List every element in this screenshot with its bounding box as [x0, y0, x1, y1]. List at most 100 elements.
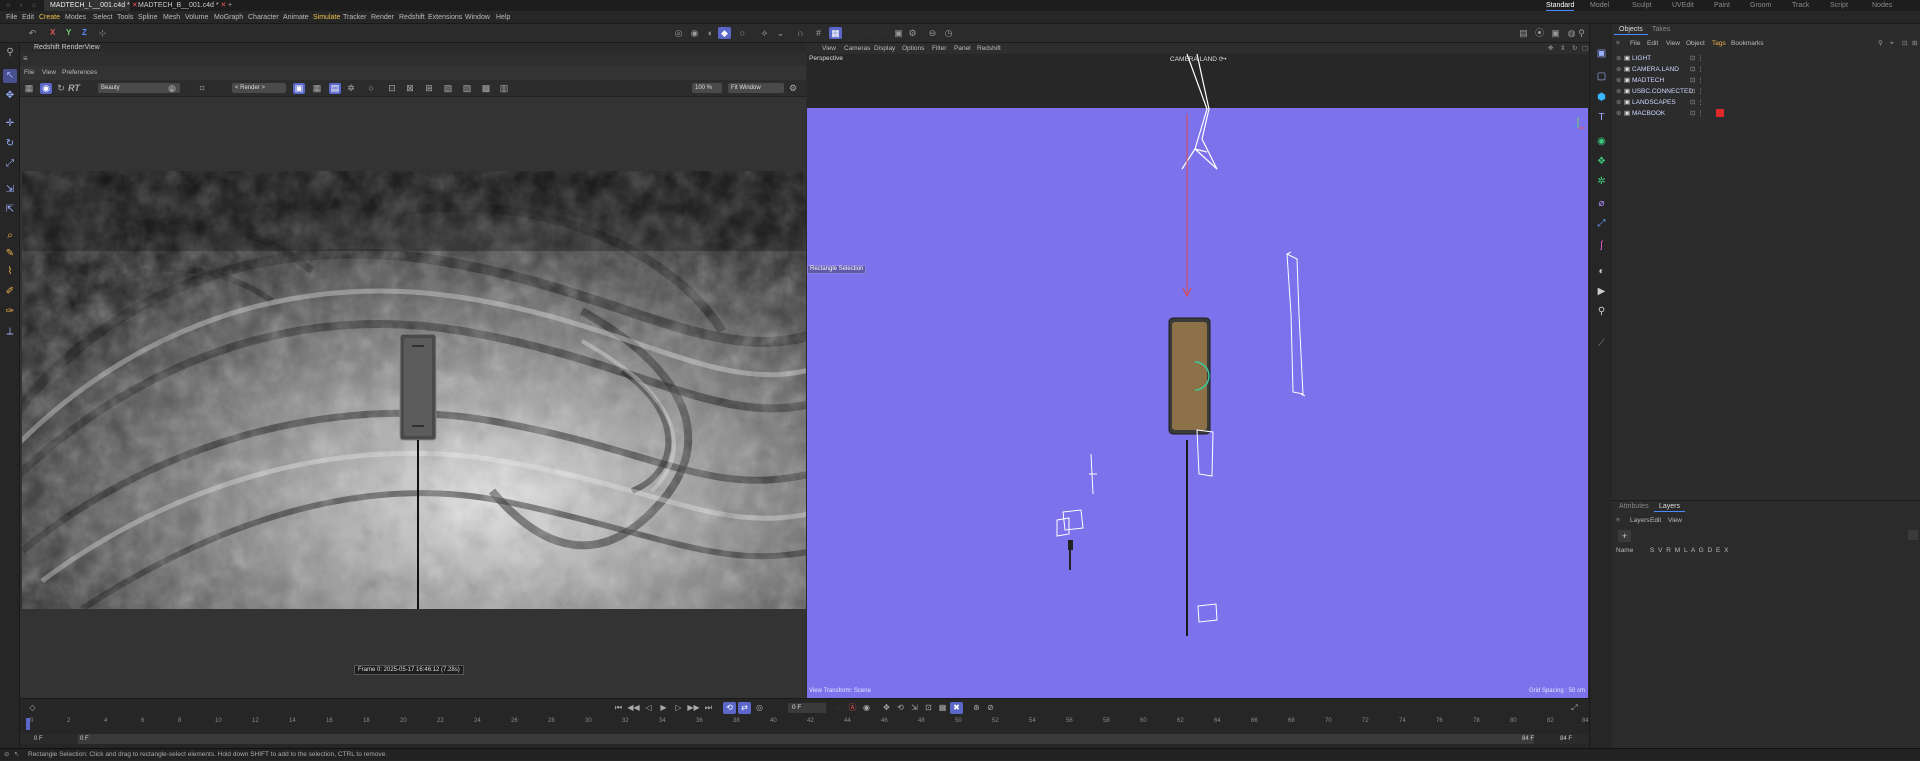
workplane-icon[interactable]: # — [812, 27, 825, 39]
param-key-icon[interactable]: ⊡ — [922, 702, 935, 714]
go-to-start-icon[interactable]: ⏮ — [612, 702, 625, 714]
history-icon[interactable]: ▨ — [461, 83, 473, 94]
effector-icon[interactable]: ✲ — [1594, 174, 1609, 189]
menu-create[interactable]: Create — [39, 11, 60, 24]
new-tab-icon[interactable]: + — [222, 0, 234, 11]
cube-icon[interactable]: ▣ — [1594, 46, 1609, 61]
minus-circle-icon[interactable]: ⊖ — [926, 27, 939, 39]
motion-icon[interactable]: ⊘ — [984, 702, 997, 714]
timeline-ruler[interactable]: 0 2 4 6 8 10 12 14 16 18 20 22 24 26 28 … — [20, 718, 1589, 730]
add-icon[interactable]: ⊞ — [1912, 39, 1917, 49]
lock-icon[interactable]: ▣ — [293, 83, 305, 94]
render-picture-icon[interactable]: ▣ — [1549, 27, 1562, 39]
viewport-menu-options[interactable]: Options — [902, 43, 924, 54]
interpolation-icon[interactable]: ⊛ — [970, 702, 983, 714]
menu-file[interactable]: File — [6, 11, 17, 24]
tab-objects[interactable]: Objects — [1614, 24, 1648, 35]
render-region-icon[interactable]: ○ — [736, 27, 749, 39]
range-bar[interactable] — [78, 734, 1534, 744]
file-tab-1[interactable]: MADTECH_L__001.c4d * ✕ — [44, 0, 138, 11]
record-key-icon[interactable]: ◌ — [832, 702, 845, 714]
knife-icon[interactable]: ⌕ — [3, 229, 17, 243]
primitive-icon[interactable]: ⬢ — [1594, 90, 1609, 105]
menu-tracker[interactable]: Tracker — [343, 11, 366, 24]
search-icon[interactable]: ⚲ — [1575, 27, 1588, 39]
expand-icon[interactable]: ⊕ — [1616, 86, 1621, 97]
keyframe-selection-icon[interactable]: ◉ — [860, 702, 873, 714]
objects-menu-tags[interactable]: Tags — [1712, 39, 1726, 49]
search-icon[interactable]: ⚲ — [3, 46, 17, 60]
circle-icon[interactable]: ○ — [365, 83, 377, 94]
cloner-icon[interactable]: ❖ — [1594, 154, 1609, 169]
record-icon[interactable]: ⦿ — [1533, 27, 1546, 39]
visibility-icon[interactable]: ⊡ ⋮ — [1690, 97, 1704, 108]
compare-icon[interactable]: ▧ — [442, 83, 454, 94]
objects-menu-file[interactable]: File — [1630, 39, 1640, 49]
layer-options-icon[interactable] — [1908, 530, 1918, 540]
file-tab-2[interactable]: MADTECH_B__001.c4d * ✕ — [132, 0, 226, 11]
visibility-icon[interactable]: ⊡ ⋮ — [1690, 108, 1704, 119]
snapshot-icon[interactable]: ⊞ — [423, 83, 435, 94]
save-image-icon[interactable]: ▦ — [23, 83, 35, 94]
gear-icon[interactable]: ⚙ — [787, 83, 799, 94]
object-row-landscapes[interactable]: ⊕ ▣ LANDSCAPES ⊡ ⋮ — [1612, 97, 1920, 108]
generator-icon[interactable]: ◉ — [1594, 134, 1609, 149]
redshift-ipr-icon[interactable]: ◆ — [718, 27, 731, 39]
tab-layers[interactable]: Layers — [1654, 501, 1686, 512]
layers-menu-edit[interactable]: Edit — [1650, 516, 1661, 526]
grid-icon[interactable]: ▦ — [311, 83, 323, 94]
move-view-icon[interactable]: ✥ — [1548, 43, 1553, 54]
object-row-madtech[interactable]: ⊕ ▣ MADTECH ⊡ ⋮ — [1612, 75, 1920, 86]
menu-edit[interactable]: Edit — [22, 11, 34, 24]
render-view-icon[interactable]: ◎ — [672, 27, 685, 39]
brush-icon[interactable]: ⟋ — [1594, 336, 1609, 351]
move-icon[interactable]: ✛ — [3, 117, 17, 131]
rotation-key-icon[interactable]: ⟲ — [894, 702, 907, 714]
maximize-icon[interactable]: ▢ — [1582, 43, 1588, 54]
range-slider[interactable]: 0 F 0 F 84 F 84 F — [20, 734, 1589, 744]
menu-render[interactable]: Render — [371, 11, 394, 24]
objects-menu-object[interactable]: Object — [1686, 39, 1705, 49]
home-icon[interactable]: ⌂ — [0, 0, 14, 11]
crop-icon[interactable]: ⌗ — [196, 83, 208, 94]
object-row-macbook[interactable]: ⊕ ▣ MACBOOK ⊡ ⋮ — [1612, 108, 1920, 119]
expand-icon[interactable]: ⊕ — [1616, 97, 1621, 108]
expand-icon[interactable]: ⊕ — [1616, 108, 1621, 119]
gear-icon[interactable]: ⚙ — [906, 27, 919, 39]
viewport-menu-view[interactable]: View — [822, 43, 836, 54]
menu-volume[interactable]: Volume — [185, 11, 208, 24]
layout-paint[interactable]: Paint — [1714, 0, 1730, 11]
render-start-icon[interactable]: ◉ — [40, 83, 52, 94]
hamburger-icon[interactable]: ≡ — [1616, 516, 1620, 526]
range-end-field[interactable]: 84 F — [1560, 734, 1572, 744]
refresh-icon[interactable]: ↻ — [55, 83, 67, 94]
tab-takes[interactable]: Takes — [1647, 24, 1675, 35]
select-tool-icon[interactable]: ↖ — [3, 69, 17, 83]
live-select-icon[interactable]: ✥ — [3, 89, 17, 103]
viewport-canvas[interactable]: Perspective CAMERA.LAND ⟳• Rectangle Sel… — [807, 54, 1588, 698]
scale-icon[interactable]: ⤢ — [3, 157, 17, 171]
axis-y-toggle[interactable]: Y — [66, 28, 71, 38]
go-to-end-icon[interactable]: ⏭ — [702, 702, 715, 714]
spline-pen-icon[interactable]: ʃ — [1594, 238, 1609, 253]
layout-model[interactable]: Model — [1590, 0, 1609, 11]
menu-help[interactable]: Help — [496, 11, 510, 24]
export-icon[interactable]: ▥ — [498, 83, 510, 94]
light-icon[interactable]: ⚲ — [1594, 304, 1609, 319]
snap-settings-icon[interactable]: ⌄ — [774, 27, 787, 39]
objects-menu-view[interactable]: View — [1666, 39, 1680, 49]
axis-tool-icon[interactable]: ⇱ — [3, 203, 17, 217]
objects-menu-edit[interactable]: Edit — [1647, 39, 1658, 49]
layout-uvedit[interactable]: UVEdit — [1672, 0, 1694, 11]
render-mode-dropdown[interactable]: < Render > — [232, 83, 286, 93]
layout-track[interactable]: Track — [1792, 0, 1809, 11]
menu-extensions[interactable]: Extensions — [428, 11, 462, 24]
color-icon[interactable]: ◍ — [166, 83, 178, 94]
axis-z-toggle[interactable]: Z — [82, 28, 87, 38]
object-row-camera[interactable]: ⊕ ▣ CAMERA.LAND ⊡ ⋮ — [1612, 64, 1920, 75]
menu-redshift[interactable]: Redshift — [399, 11, 425, 24]
autokey-icon[interactable]: Ⓐ — [846, 702, 859, 714]
layers-menu-view[interactable]: View — [1668, 516, 1682, 526]
keyframe-icon[interactable]: ◇ — [26, 702, 39, 714]
render-settings-icon[interactable]: ◐ — [704, 27, 717, 39]
